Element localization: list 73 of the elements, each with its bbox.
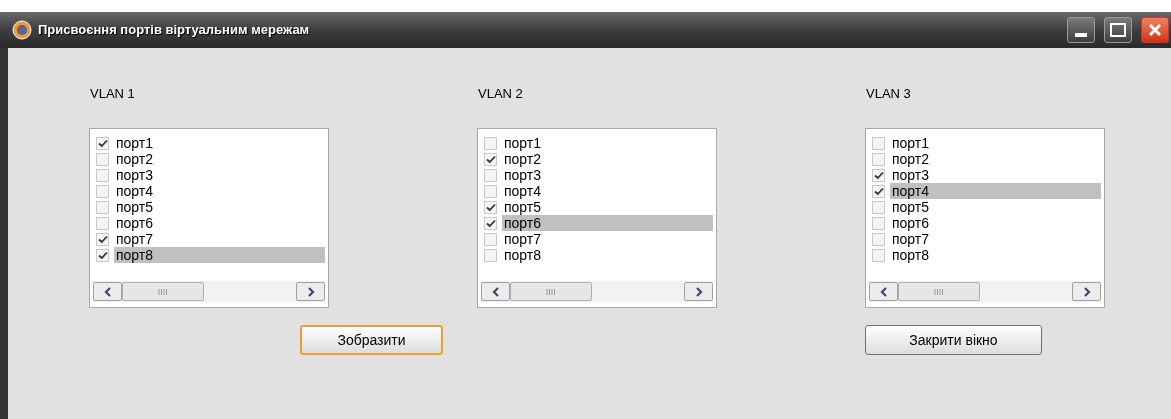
checkbox[interactable]: [484, 168, 497, 182]
minimize-icon: [1075, 33, 1087, 37]
close-button[interactable]: [1141, 17, 1169, 43]
port-item[interactable]: порт2: [890, 151, 1101, 167]
checkbox[interactable]: [872, 232, 885, 246]
scroll-right-icon[interactable]: [684, 282, 713, 301]
checkbox[interactable]: [872, 200, 885, 214]
app-icon: [12, 20, 32, 40]
port-item[interactable]: порт8: [890, 247, 1101, 263]
port-item[interactable]: порт2: [114, 151, 325, 167]
port-item[interactable]: порт3: [890, 167, 1101, 183]
port-item[interactable]: порт6: [890, 215, 1101, 231]
port-item[interactable]: порт2: [502, 151, 713, 167]
scroll-right-icon[interactable]: [1072, 282, 1101, 301]
checkbox[interactable]: [96, 184, 109, 198]
scroll-thumb[interactable]: [898, 282, 980, 301]
checkbox[interactable]: [96, 168, 109, 182]
checkbox[interactable]: [872, 168, 885, 182]
port-item[interactable]: порт6: [114, 215, 325, 231]
scroll-left-icon[interactable]: [481, 282, 510, 301]
checkbox[interactable]: [872, 152, 885, 166]
checkbox[interactable]: [484, 232, 497, 246]
port-item[interactable]: порт8: [114, 247, 325, 263]
checkbox[interactable]: [96, 248, 109, 262]
checkbox[interactable]: [96, 232, 109, 246]
scroll-thumb[interactable]: [510, 282, 592, 301]
vlan-label: VLAN 2: [477, 86, 524, 102]
window-title: Присвоєння портів віртуальним мережам: [38, 21, 310, 40]
horizontal-scrollbar[interactable]: [93, 281, 325, 302]
action-button[interactable]: Закрити вікно: [865, 325, 1042, 355]
checkbox[interactable]: [872, 216, 885, 230]
checkbox[interactable]: [484, 216, 497, 230]
maximize-icon: [1110, 23, 1126, 37]
port-item[interactable]: порт7: [114, 231, 325, 247]
vlan-label: VLAN 1: [89, 86, 136, 102]
port-item[interactable]: порт6: [502, 215, 713, 231]
checkbox[interactable]: [484, 184, 497, 198]
checkbox[interactable]: [872, 184, 885, 198]
port-item[interactable]: порт3: [502, 167, 713, 183]
checkbox[interactable]: [484, 200, 497, 214]
checkbox[interactable]: [484, 136, 497, 150]
port-item[interactable]: порт7: [890, 231, 1101, 247]
port-item[interactable]: порт8: [502, 247, 713, 263]
minimize-button[interactable]: [1067, 17, 1095, 43]
port-item[interactable]: порт4: [114, 183, 325, 199]
scroll-thumb[interactable]: [122, 282, 204, 301]
checkbox[interactable]: [872, 248, 885, 262]
port-item[interactable]: порт4: [890, 183, 1101, 199]
port-item[interactable]: порт3: [114, 167, 325, 183]
port-item[interactable]: порт1: [114, 135, 325, 151]
port-item[interactable]: порт1: [502, 135, 713, 151]
horizontal-scrollbar[interactable]: [869, 281, 1101, 302]
checkbox[interactable]: [96, 152, 109, 166]
checkbox[interactable]: [484, 152, 497, 166]
port-item[interactable]: порт5: [114, 199, 325, 215]
port-item[interactable]: порт5: [890, 199, 1101, 215]
port-item[interactable]: порт7: [502, 231, 713, 247]
port-item[interactable]: порт5: [502, 199, 713, 215]
maximize-button[interactable]: [1104, 17, 1132, 43]
vlan-label: VLAN 3: [865, 86, 912, 102]
scroll-left-icon[interactable]: [93, 282, 122, 301]
checkbox[interactable]: [96, 136, 109, 150]
checkbox[interactable]: [872, 136, 885, 150]
close-icon: [1148, 23, 1162, 37]
port-item[interactable]: порт1: [890, 135, 1101, 151]
scroll-right-icon[interactable]: [296, 282, 325, 301]
checkbox[interactable]: [484, 248, 497, 262]
checkbox[interactable]: [96, 200, 109, 214]
scroll-left-icon[interactable]: [869, 282, 898, 301]
horizontal-scrollbar[interactable]: [481, 281, 713, 302]
action-button[interactable]: Зобразити: [300, 325, 443, 355]
port-item[interactable]: порт4: [502, 183, 713, 199]
checkbox[interactable]: [96, 216, 109, 230]
